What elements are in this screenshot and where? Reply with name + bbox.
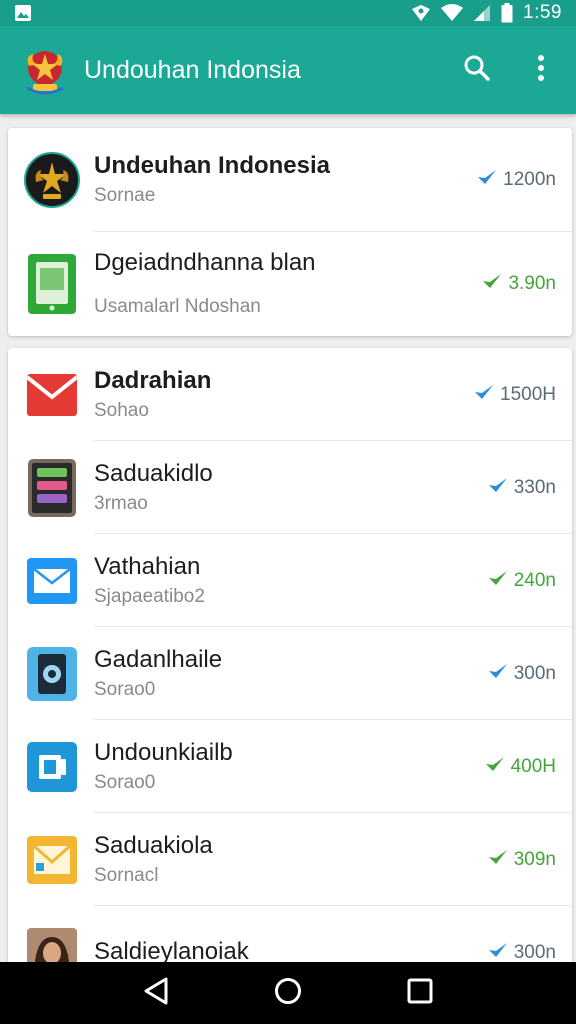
signal-icon (473, 4, 491, 22)
emblem-icon (24, 152, 80, 208)
status-bar: 1:59 (0, 0, 576, 26)
list-item[interactable]: Saduakidlo 3rmao 330n (8, 441, 572, 534)
list-item[interactable]: Saldieylanoiak 300n (8, 906, 572, 968)
recents-square-icon (407, 978, 433, 1009)
status-time: 1:59 (523, 2, 562, 23)
list-item[interactable]: Undounkiailb Soraо0 400H (8, 720, 572, 813)
item-meta: 3.90n (482, 273, 556, 295)
recents-button[interactable] (400, 973, 440, 1013)
item-meta-value: 3.90n (508, 273, 556, 294)
check-blue-icon (474, 384, 494, 406)
featured-card: Undeuhan Indonesia Sornae 1200n Dgeiadnd… (8, 128, 572, 336)
check-blue-icon (488, 663, 508, 685)
mail-red-icon (24, 367, 80, 423)
check-green-icon (488, 849, 508, 871)
tablet-app-icon (24, 458, 80, 517)
more-options-button[interactable] (524, 53, 558, 87)
more-vert-icon (537, 54, 545, 86)
item-meta: 1500H (474, 384, 556, 406)
vpn-key-icon (411, 4, 431, 22)
back-triangle-icon (143, 977, 169, 1010)
wifi-icon (441, 4, 464, 22)
item-meta: 300n (488, 942, 556, 964)
item-meta: 1200n (477, 169, 556, 191)
app-bar: Undouhan Indonsia (0, 26, 576, 114)
item-meta: 400H (485, 756, 556, 778)
item-meta-value: 1500H (500, 383, 556, 405)
check-blue-icon (488, 477, 508, 499)
back-button[interactable] (136, 973, 176, 1013)
item-meta-value: 300n (513, 941, 556, 963)
square-blue-icon (24, 739, 80, 795)
list-item[interactable]: Dgeiadndhanna blan Usamalarl Ndoshan 3.9… (8, 232, 572, 336)
item-meta-value: 330n (513, 476, 556, 498)
phone-app-icon (24, 254, 80, 314)
list-item[interactable]: Undeuhan Indonesia Sornae 1200n (8, 128, 572, 232)
item-meta: 240n (488, 570, 556, 592)
check-blue-icon (488, 942, 508, 964)
navigation-bar (0, 962, 576, 1024)
list-item[interactable]: Vathahian Sjapaeatibo2 240n (8, 534, 572, 627)
item-meta: 309n (488, 849, 556, 871)
search-icon (463, 54, 491, 87)
search-button[interactable] (460, 53, 494, 87)
item-meta-value: 240n (513, 569, 556, 591)
app-title: Undouhan Indonsia (84, 55, 301, 84)
check-green-icon (488, 570, 508, 592)
check-green-icon (485, 756, 505, 778)
apps-list-card: Dadrahian Sohao 1500H Saduakidlo 3rmao 3… (8, 348, 572, 968)
item-meta-value: 300n (513, 662, 556, 684)
list-item[interactable]: Gadanlhaile Sorao0 300n (8, 627, 572, 720)
list-item[interactable]: Saduakiola Sornacl 309n (8, 813, 572, 906)
list-item[interactable]: Dadrahian Sohao 1500H (8, 348, 572, 441)
battery-icon (501, 3, 513, 23)
item-meta-value: 309n (513, 848, 556, 870)
gallery-notification-icon (14, 4, 32, 22)
item-meta: 300n (488, 663, 556, 685)
item-subtitle: Usamalarl Ndoshan (94, 296, 261, 317)
mail-blue-icon (24, 553, 80, 609)
check-blue-icon (477, 169, 497, 191)
item-meta: 330n (488, 477, 556, 499)
mail-yellow-icon (24, 832, 80, 888)
home-circle-icon (274, 977, 302, 1010)
item-meta-value: 400H (510, 755, 556, 777)
home-button[interactable] (268, 973, 308, 1013)
app-logo-emblem-icon (18, 43, 72, 97)
phone-blue-icon (24, 646, 80, 702)
item-meta-value: 1200n (503, 169, 556, 190)
check-green-icon (482, 273, 502, 295)
